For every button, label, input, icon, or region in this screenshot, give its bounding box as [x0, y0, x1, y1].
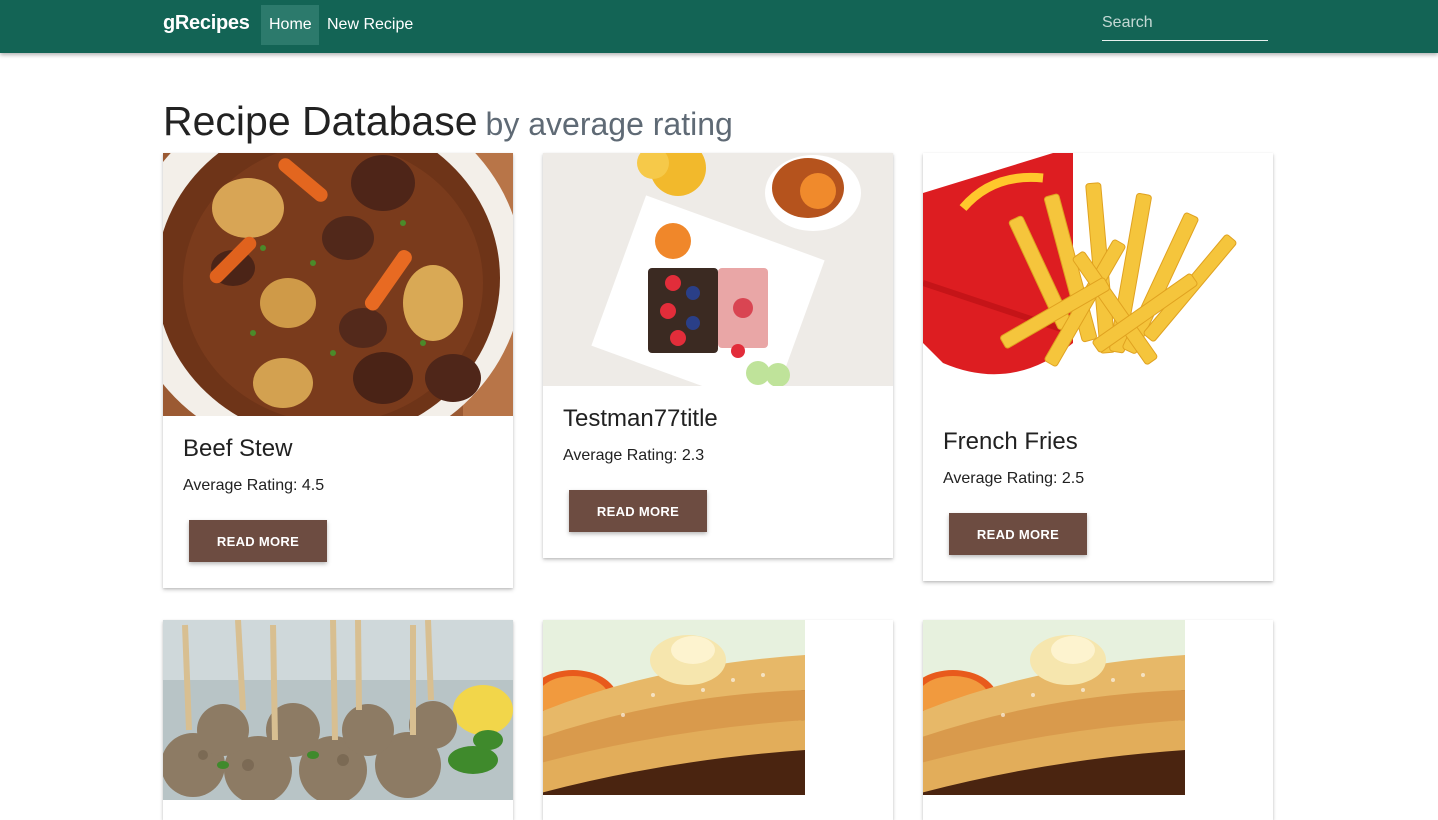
recipe-card	[543, 620, 893, 820]
rating-label: Average Rating:	[943, 470, 1062, 487]
recipe-title: Testman77title	[563, 405, 718, 432]
recipe-rating: Average Rating: 2.5	[943, 470, 1084, 488]
rating-label: Average Rating:	[183, 477, 302, 494]
search-input[interactable]	[1102, 8, 1268, 38]
page-title: Recipe Database	[163, 98, 478, 144]
search-box	[1102, 8, 1268, 41]
nav-link-new-recipe[interactable]: New Recipe	[319, 5, 421, 45]
rating-label: Average Rating:	[563, 447, 682, 464]
page-subtitle: by average rating	[485, 106, 733, 142]
recipe-rating: Average Rating: 2.3	[563, 447, 704, 465]
recipe-title: Beef Stew	[183, 435, 293, 462]
french-fries-image	[923, 153, 1273, 409]
breakfast-plate-image	[543, 153, 893, 386]
recipe-rating: Average Rating: 4.5	[183, 477, 324, 495]
read-more-button[interactable]: READ MORE	[949, 513, 1087, 555]
page-heading: Recipe Database by average rating	[163, 98, 733, 145]
recipe-title: French Fries	[943, 428, 1078, 455]
recipe-card	[923, 620, 1273, 820]
read-more-button[interactable]: READ MORE	[189, 520, 327, 562]
recipe-card	[163, 620, 513, 820]
rating-value: 4.5	[301, 477, 325, 494]
read-more-button[interactable]: READ MORE	[569, 490, 707, 532]
recipe-card: Beef Stew Average Rating: 4.5 READ MORE	[163, 153, 513, 588]
pancakes-image	[543, 620, 805, 795]
brand-logo[interactable]: gRecipes	[163, 12, 250, 35]
recipe-card: French Fries Average Rating: 2.5 READ MO…	[923, 153, 1273, 581]
pancakes-image	[923, 620, 1185, 795]
beef-stew-image	[163, 153, 513, 416]
rating-value: 2.3	[681, 447, 705, 464]
meatballs-image	[163, 620, 513, 800]
navbar: gRecipes Home New Recipe	[0, 0, 1438, 53]
nav-link-home[interactable]: Home	[261, 5, 319, 45]
recipe-card: Testman77title Average Rating: 2.3 READ …	[543, 153, 893, 558]
rating-value: 2.5	[1061, 470, 1085, 487]
